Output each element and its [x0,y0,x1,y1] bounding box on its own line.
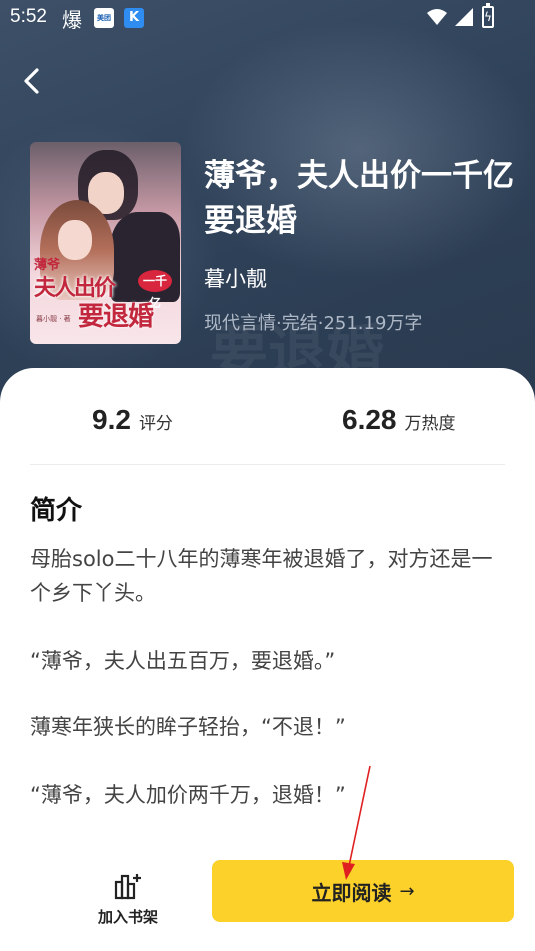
divider [30,464,505,465]
rating-stat: 9.2 评分 [92,404,173,440]
signal-icon [455,8,473,26]
arrow-right-icon: → [399,880,415,902]
rating-label: 评分 [138,414,173,434]
notification-app-icon: K [124,8,144,28]
book-meta: 现代言情·完结·251.19万字 [204,313,423,334]
rating-value: 9.2 [92,404,131,435]
wifi-icon [427,9,447,25]
status-time: 5:52 [10,6,47,27]
read-now-button[interactable]: 立即阅读 → [212,860,514,922]
intro-paragraph: “薄爷，夫人出五百万，要退婚。” [30,649,336,673]
heat-value: 6.28 [342,404,397,435]
intro-paragraph: “薄爷，夫人加价两千万，退婚！” [30,783,346,807]
heat-stat: 6.28 万热度 [342,404,456,440]
status-bar: 5:52 爆 美团 K ϟ [0,0,535,34]
heat-label: 万热度 [404,414,456,434]
bookshelf-add-icon [114,874,141,900]
intro-paragraph: 薄寒年狭长的眸子轻抬，“不退！” [30,715,346,739]
book-title: 薄爷，夫人出价一千亿要退婚 [204,158,514,239]
cover-figure [58,220,92,260]
book-author[interactable]: 暮小靓 [204,263,267,293]
cover-author-credit: 暮小靓 · 著 [36,315,71,323]
battery-icon: ϟ [482,3,494,28]
notification-app-icon: 爆 [62,8,82,32]
cover-title-badge: 一千亿 [138,270,172,310]
cover-title-line: 要退婚 [78,302,154,332]
back-arrow-icon[interactable] [18,66,48,96]
book-cover[interactable]: 薄爷 夫人出价 一千亿 要退婚 暮小靓 · 著 [30,142,181,344]
intro-heading: 简介 [30,496,83,526]
notification-app-icon: 美团 [94,8,114,28]
add-to-shelf-button[interactable]: 加入书架 [92,872,164,926]
read-now-label: 立即阅读 [311,880,392,905]
add-to-shelf-label: 加入书架 [97,908,158,926]
intro-paragraph: 母胎solo二十八年的薄寒年被退婚了，对方还是一个乡下丫头。 [30,547,493,605]
